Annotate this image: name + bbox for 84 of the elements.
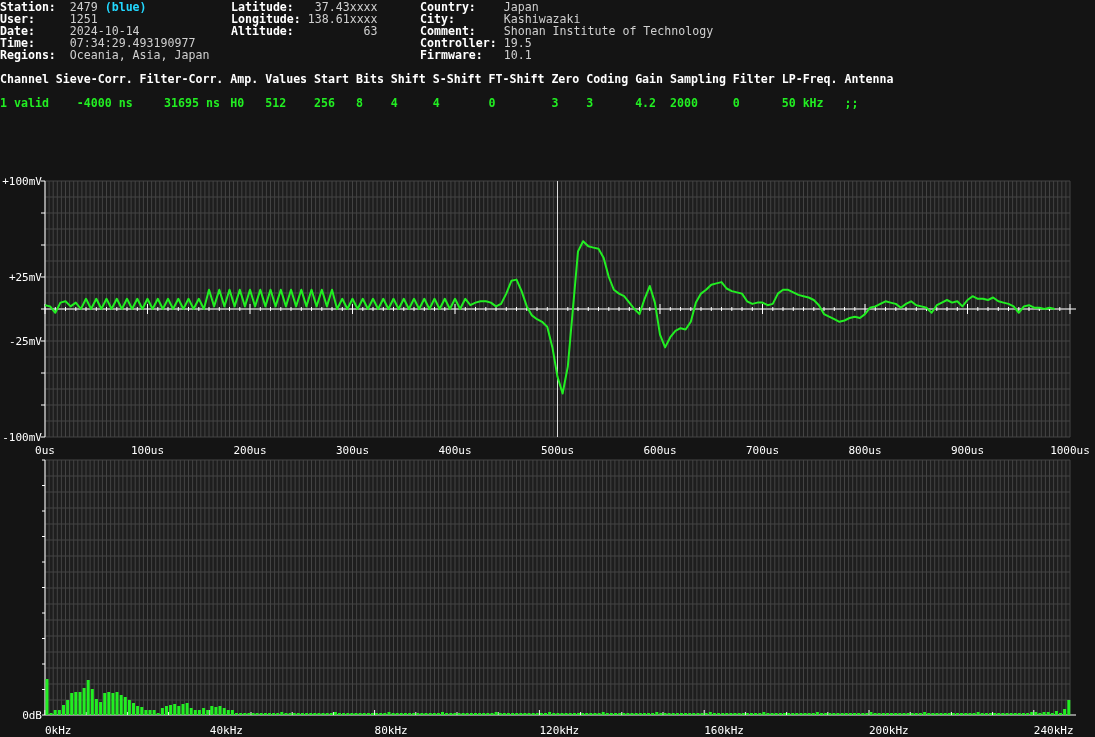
table-cell-text: 0 bbox=[732, 97, 741, 109]
table-cell-text: 512 bbox=[265, 97, 288, 109]
table-cell-text: 31695 ns bbox=[163, 97, 221, 109]
field-value: Kashiwazaki bbox=[503, 12, 581, 26]
column-header: Amp. bbox=[230, 73, 259, 85]
column-header: Gain bbox=[635, 73, 664, 85]
column-header: FT-Shift bbox=[488, 73, 545, 85]
table-cell-text: H0 bbox=[230, 97, 246, 109]
axis-label: 200kHz bbox=[869, 724, 909, 737]
table-cell-text: 2000 bbox=[670, 97, 699, 109]
column-header: Filter-Corr. bbox=[139, 73, 224, 85]
field-value: Oceania, Asia, Japan bbox=[69, 48, 210, 62]
column-header: Start bbox=[314, 73, 349, 85]
field-value: 1251 bbox=[69, 12, 98, 26]
axis-label: 500us bbox=[540, 444, 575, 457]
axis-label: 120kHz bbox=[539, 724, 580, 737]
column-header: Shift bbox=[390, 73, 426, 85]
field-value: 63 bbox=[363, 24, 378, 38]
field-value: Shonan Institute of Technology bbox=[503, 24, 714, 38]
table-cell-text: 256 bbox=[314, 97, 337, 109]
axis-label: 900us bbox=[950, 444, 985, 457]
field-label: Station: bbox=[0, 1, 56, 13]
axis-label: 0us bbox=[35, 444, 55, 457]
table-cell-text: 3 bbox=[586, 97, 595, 109]
column-header: Sieve-Corr. bbox=[55, 73, 133, 85]
field-label: Regions: bbox=[0, 49, 56, 61]
field-value: 07:34:29.493190977 bbox=[69, 36, 196, 50]
column-header: Sampling bbox=[670, 73, 726, 85]
field-label: User: bbox=[0, 13, 36, 25]
axis-label: +25mV bbox=[8, 271, 42, 284]
axis-label: 240kHz bbox=[1033, 724, 1074, 737]
field-value: 37.43xxxx bbox=[314, 0, 378, 14]
axis-label: +100mV bbox=[2, 175, 42, 188]
column-header: Values bbox=[265, 73, 308, 85]
axis-label: 160kHz bbox=[704, 724, 744, 737]
field-label: Time: bbox=[0, 37, 35, 49]
field-label: Altitude: bbox=[231, 25, 294, 37]
field-label: Firmware: bbox=[420, 49, 484, 61]
axis-label: 600us bbox=[643, 444, 677, 457]
field-value: 2024-10-14 bbox=[69, 24, 140, 38]
column-header: Antenna bbox=[844, 73, 894, 85]
column-header: Zero bbox=[551, 73, 580, 85]
column-header: Channel bbox=[0, 73, 49, 85]
field-label: Latitude: bbox=[231, 1, 294, 13]
column-header: S-Shift bbox=[432, 73, 482, 85]
field-value: 19.5 bbox=[503, 36, 532, 50]
axis-label: 800us bbox=[848, 444, 882, 457]
table-cell-text: -4000 ns bbox=[75, 97, 133, 109]
field-label: Comment: bbox=[420, 25, 477, 37]
column-header: Bits bbox=[355, 73, 384, 85]
field-value: 2479 bbox=[69, 0, 98, 14]
field-label: Longitude: bbox=[231, 13, 301, 25]
table-cell-text: 4 bbox=[390, 97, 399, 109]
table-cell-text: 50 kHz bbox=[781, 97, 825, 109]
table-cell-text: 8 bbox=[355, 97, 364, 109]
column-header: Filter bbox=[732, 73, 775, 85]
axis-label: 1000us bbox=[1050, 444, 1090, 457]
field-label: Date: bbox=[0, 25, 36, 37]
axis-label: 200us bbox=[233, 444, 267, 457]
field-label: Country: bbox=[420, 1, 477, 13]
table-cell: 1 valid bbox=[0, 97, 49, 109]
axis-label: 400us bbox=[438, 444, 472, 457]
field-value: 138.61xxxx bbox=[307, 12, 378, 26]
table-cell-text: 4 bbox=[432, 97, 441, 109]
field-value: Japan bbox=[503, 0, 539, 14]
axis-label: 100us bbox=[130, 444, 165, 457]
axis-label: 300us bbox=[335, 444, 370, 457]
column-header: LP-Freq. bbox=[781, 73, 838, 85]
field-label: Controller: bbox=[420, 37, 497, 49]
table-cell-text: 0 bbox=[488, 97, 497, 109]
axis-label: 0kHz bbox=[45, 724, 72, 737]
axis-label: -25mV bbox=[8, 335, 42, 348]
table-cell-text: ;; bbox=[844, 97, 860, 109]
table-cell-text: 3 bbox=[551, 97, 560, 109]
axis-label: -100mV bbox=[2, 431, 42, 444]
column-header: Coding bbox=[586, 73, 629, 85]
field-value: 10.1 bbox=[503, 48, 532, 62]
field-label: City: bbox=[420, 13, 455, 25]
axis-label: 80kHz bbox=[374, 724, 408, 737]
table-cell-text: 4.2 bbox=[635, 97, 658, 109]
axis-label: 0dB bbox=[22, 709, 42, 722]
axis-label: 700us bbox=[745, 444, 780, 457]
axis-label: 40kHz bbox=[209, 724, 243, 737]
station-tag: (blue) bbox=[104, 0, 147, 14]
